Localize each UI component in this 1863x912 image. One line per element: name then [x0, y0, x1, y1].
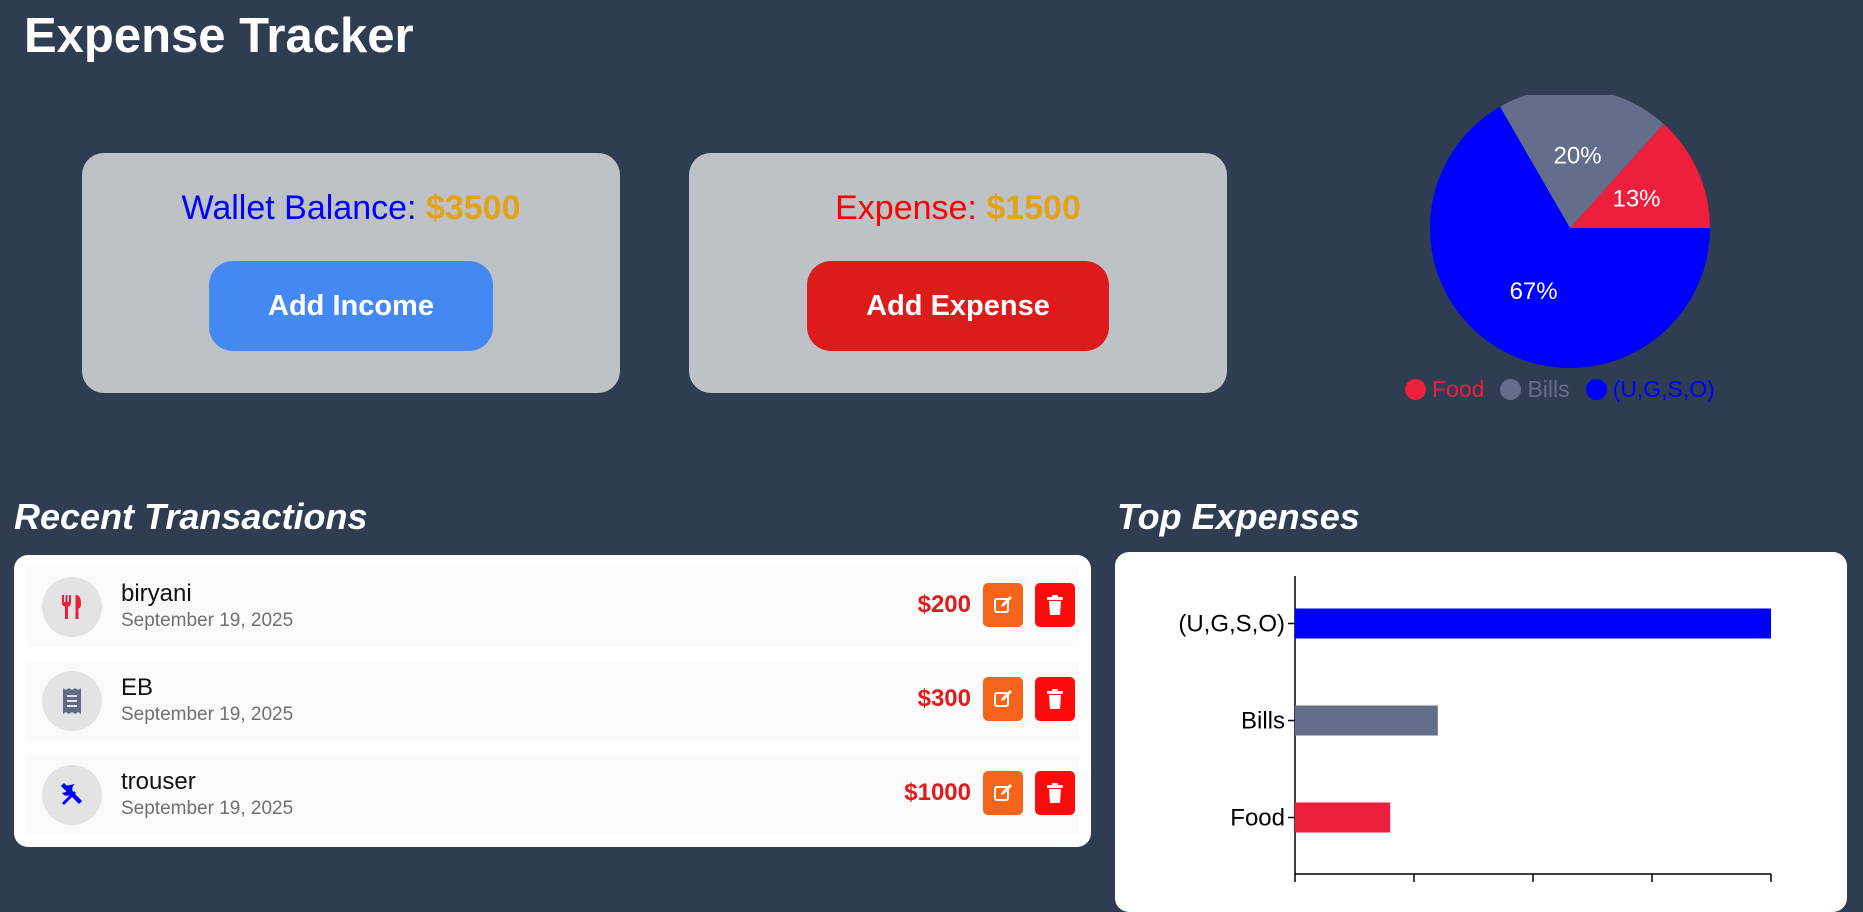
legend-swatch	[1500, 379, 1522, 400]
pie-svg: 13% 20% 67%	[1430, 87, 1710, 368]
expense-amount: $1500	[986, 189, 1081, 227]
transactions-list: biryani September 19, 2025 $200 EB Septe…	[14, 555, 1091, 847]
recent-transactions-title: Recent Transactions	[14, 496, 368, 537]
top-expenses-panel: (U,G,S,O) Bills Food	[1115, 552, 1847, 912]
transaction-date: September 19, 2025	[121, 610, 294, 631]
legend-swatch	[1585, 379, 1607, 400]
legend-item: Food	[1405, 376, 1484, 403]
legend-label: (U,G,S,O)	[1612, 376, 1715, 402]
legend-label: Bills	[1527, 376, 1570, 402]
trash-icon	[1047, 783, 1063, 803]
add-expense-button[interactable]: Add Expense	[807, 261, 1109, 351]
top-expenses-title: Top Expenses	[1117, 496, 1360, 537]
wallet-balance-amount: $3500	[425, 189, 521, 227]
bar	[1295, 802, 1391, 833]
expense-label: Expense:	[835, 189, 987, 227]
expense-card: Expense: $1500 Add Expense	[689, 153, 1227, 393]
transaction-date: September 19, 2025	[121, 798, 294, 819]
trash-icon	[1047, 595, 1063, 615]
add-income-button[interactable]: Add Income	[209, 261, 493, 351]
pie-slice-label: 20%	[1554, 143, 1602, 170]
transaction-row: biryani September 19, 2025 $200	[26, 567, 1079, 647]
pie-slice-label: 13%	[1612, 185, 1660, 212]
wallet-balance-label: Wallet Balance:	[181, 189, 426, 227]
delete-button[interactable]	[1035, 583, 1075, 627]
transaction-amount: $1000	[904, 779, 971, 806]
edit-button[interactable]	[983, 771, 1023, 815]
tools-icon	[42, 765, 102, 825]
expense-line: Expense: $1500	[689, 188, 1227, 228]
pie-legend: Food Bills (U,G,S,O)	[1405, 376, 1715, 403]
edit-button[interactable]	[983, 583, 1023, 627]
legend-item: (U,G,S,O)	[1585, 376, 1715, 403]
transaction-name: biryani	[121, 580, 192, 607]
legend-item: Bills	[1500, 376, 1570, 403]
transaction-date: September 19, 2025	[121, 704, 294, 725]
transaction-amount: $300	[917, 685, 971, 712]
trash-icon	[1047, 689, 1063, 709]
expense-pie-chart: 13% 20% 67%	[1398, 87, 1748, 415]
pie-slice-label: 67%	[1510, 278, 1558, 305]
wallet-balance-line: Wallet Balance: $3500	[82, 188, 620, 228]
y-tick-label: (U,G,S,O)	[1178, 611, 1285, 638]
transaction-row: EB September 19, 2025 $300	[26, 661, 1079, 741]
fork-knife-icon	[42, 577, 102, 637]
delete-button[interactable]	[1035, 677, 1075, 721]
wallet-balance-card: Wallet Balance: $3500 Add Income	[82, 153, 620, 393]
transaction-row: trouser September 19, 2025 $1000	[26, 755, 1079, 835]
legend-swatch	[1405, 379, 1426, 400]
bar	[1295, 608, 1771, 639]
app-title: Expense Tracker	[24, 9, 414, 63]
edit-button[interactable]	[983, 677, 1023, 721]
top-expenses-bar-chart: (U,G,S,O) Bills Food	[1178, 576, 1772, 882]
edit-icon	[994, 690, 1012, 707]
edit-icon	[994, 596, 1012, 613]
delete-button[interactable]	[1035, 771, 1075, 815]
transaction-amount: $200	[917, 591, 971, 618]
y-tick-label: Food	[1230, 805, 1285, 832]
transaction-name: trouser	[121, 768, 196, 795]
receipt-icon	[42, 671, 102, 731]
legend-label: Food	[1432, 376, 1485, 402]
transaction-name: EB	[121, 674, 154, 701]
bar	[1295, 705, 1438, 736]
edit-icon	[994, 784, 1012, 801]
y-tick-label: Bills	[1241, 708, 1285, 735]
